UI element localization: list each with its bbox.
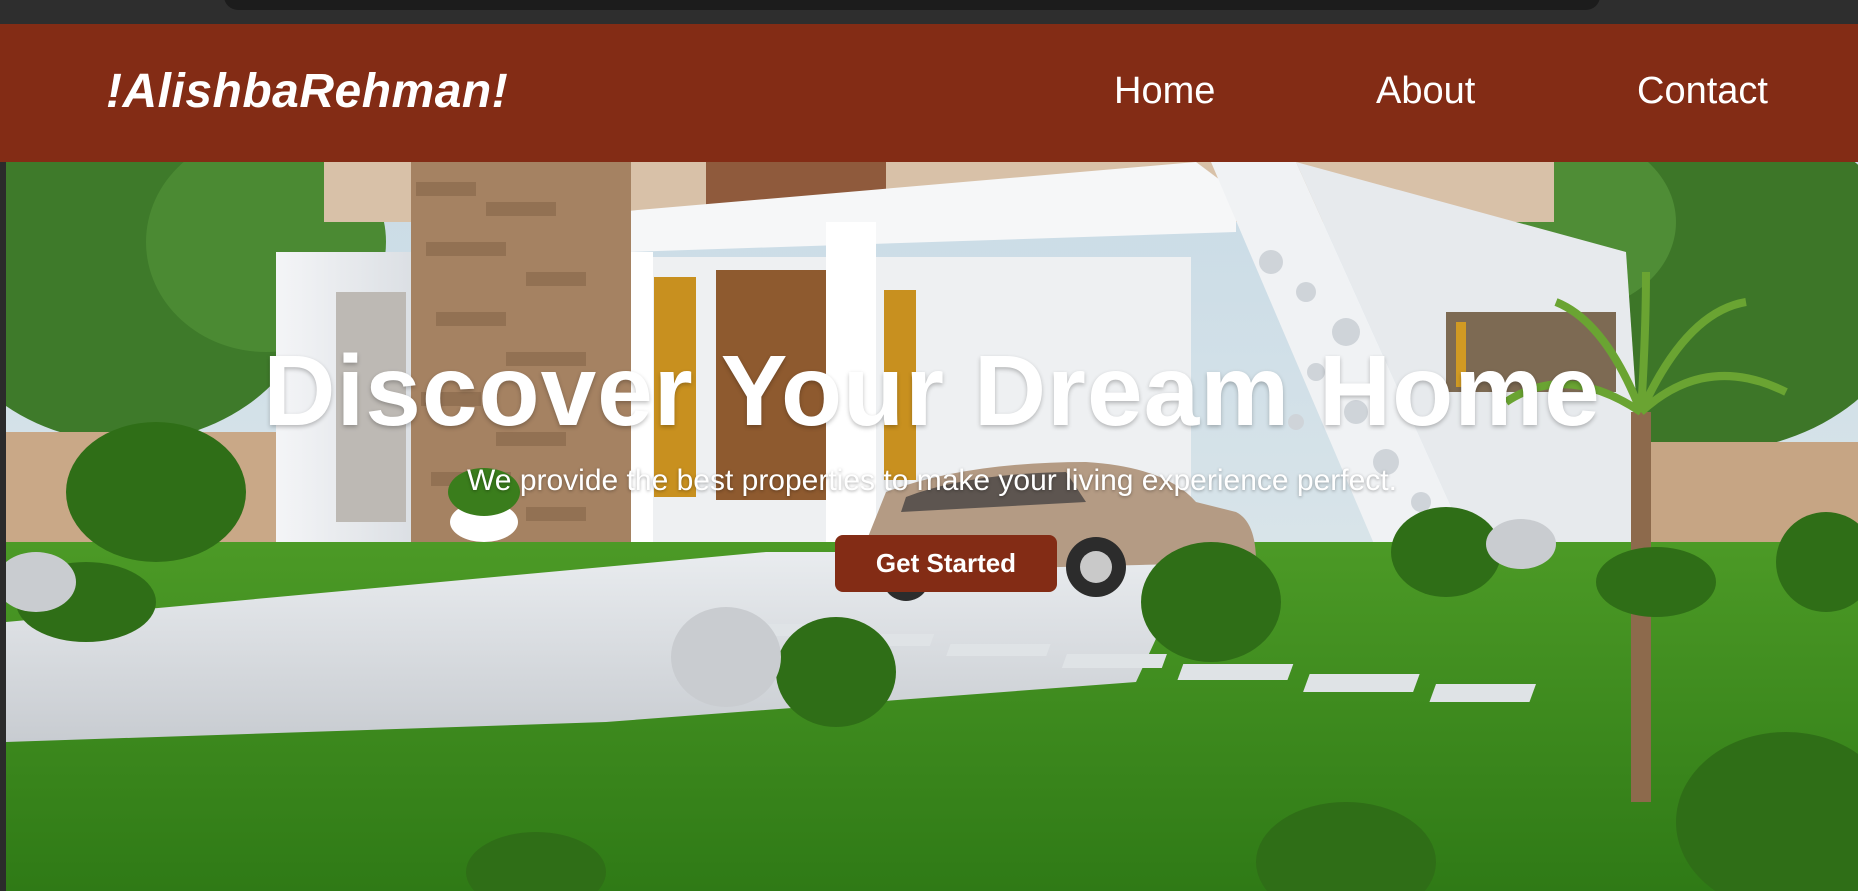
hero-title: Discover Your Dream Home (263, 335, 1601, 447)
site-logo[interactable]: !AlishbaRehman! (106, 64, 508, 119)
nav-link-home[interactable]: Home (1114, 70, 1215, 113)
navbar: !AlishbaRehman! Home About Contact (0, 24, 1858, 162)
hero-subtitle: We provide the best properties to make y… (467, 464, 1397, 497)
hero-background-image (6, 162, 1858, 891)
nav-link-contact[interactable]: Contact (1637, 70, 1768, 113)
nav-link-about[interactable]: About (1376, 70, 1475, 113)
browser-chrome (0, 0, 1858, 24)
address-bar[interactable] (224, 0, 1600, 10)
hero-section: Discover Your Dream Home We provide the … (6, 162, 1858, 891)
get-started-button[interactable]: Get Started (835, 535, 1057, 592)
